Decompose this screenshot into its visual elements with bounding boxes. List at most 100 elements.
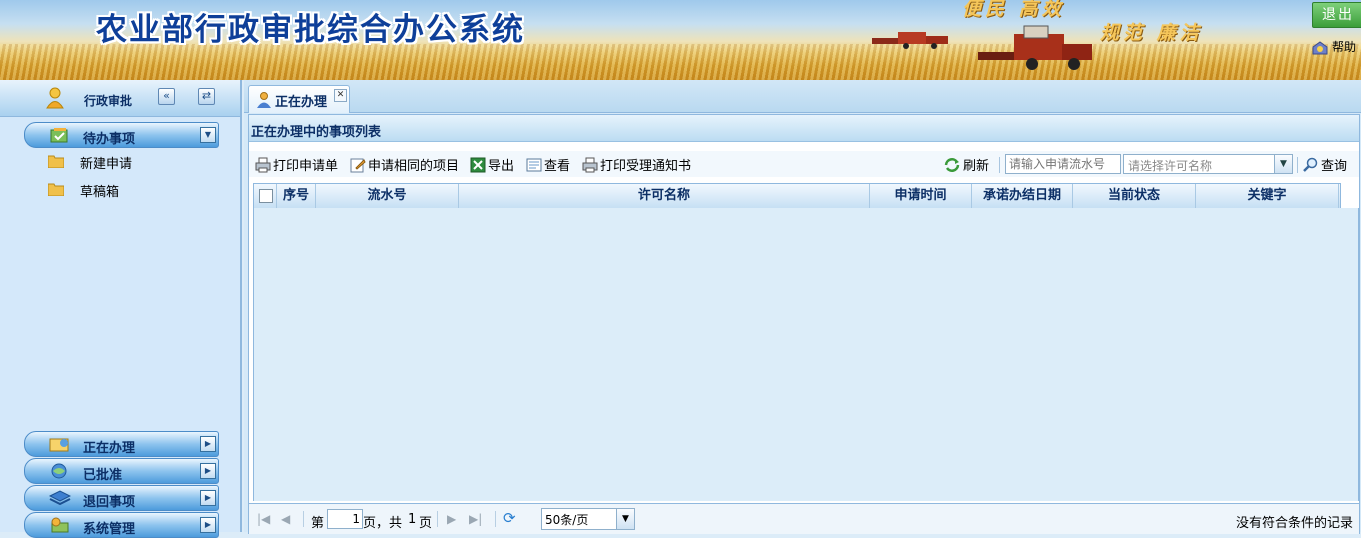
last-page-icon[interactable]: ▶| xyxy=(469,512,482,526)
harvester-large-icon xyxy=(978,25,1092,70)
switch-view-button[interactable]: ⇄ xyxy=(198,88,215,105)
header-banner: 农业部行政审批综合办公系统 便民 高效 规范 廉洁 退出 帮助 xyxy=(0,0,1361,80)
help-link[interactable]: 帮助 xyxy=(1312,38,1356,55)
nav-section-pending[interactable]: 待办事项 ▼ xyxy=(24,122,219,148)
next-page-icon[interactable]: ▶ xyxy=(447,512,456,526)
help-icon xyxy=(1312,40,1328,54)
chevron-right-icon: ▶ xyxy=(200,490,216,506)
chevron-right-icon: ▶ xyxy=(200,436,216,452)
system-icon xyxy=(51,517,69,533)
left-sidebar: 行政审批 « ⇄ 待办事项 ▼ 新建申请 草稿箱 正在办理 ▶ 已批准 ▶ 退回… xyxy=(0,80,242,538)
print-acceptance-notice-label: 打印受理通知书 xyxy=(600,159,692,174)
column-header[interactable]: 承诺办结日期 xyxy=(972,184,1073,208)
chevron-down-icon: ▼ xyxy=(200,127,216,143)
nav-section-approved[interactable]: 已批准 ▶ xyxy=(24,458,219,484)
tab-processing[interactable]: 正在办理 ✕ xyxy=(248,85,350,113)
pager-divider xyxy=(303,511,304,527)
page-number-input[interactable] xyxy=(327,509,363,529)
harvester-small-icon xyxy=(872,32,948,49)
user-tab-icon xyxy=(257,92,271,108)
nav-section-returned[interactable]: 退回事项 ▶ xyxy=(24,485,219,511)
page-size-select[interactable]: 50条/页 ▼ xyxy=(541,508,635,530)
column-header[interactable]: 许可名称 xyxy=(459,184,870,208)
export-label: 导出 xyxy=(488,159,515,174)
chevron-down-icon: ▼ xyxy=(1274,155,1292,173)
refresh-icon xyxy=(944,157,960,172)
panel-title: 正在办理中的事项列表 xyxy=(251,125,382,140)
nav-section-label: 系统管理 xyxy=(83,522,136,537)
collapse-sidebar-button[interactable]: « xyxy=(158,88,175,105)
printer-icon xyxy=(582,157,598,172)
nav-section-system-admin[interactable]: 系统管理 ▶ xyxy=(24,512,219,538)
sidebar-header: 行政审批 « ⇄ xyxy=(0,80,240,117)
view-label: 查看 xyxy=(544,159,571,174)
page-size-value: 50条/页 xyxy=(545,513,589,527)
pager-divider xyxy=(495,511,496,527)
column-header[interactable]: 关键字 xyxy=(1196,184,1339,208)
refresh-button[interactable]: 刷新 xyxy=(943,155,989,175)
user-icon xyxy=(46,87,64,109)
returned-icon xyxy=(49,490,71,506)
nav-section-label: 正在办理 xyxy=(83,441,136,456)
column-header[interactable]: 流水号 xyxy=(316,184,459,208)
query-button[interactable]: 查询 xyxy=(1303,155,1347,175)
nav-section-processing[interactable]: 正在办理 ▶ xyxy=(24,431,219,457)
system-title: 农业部行政审批综合办公系统 xyxy=(96,12,525,48)
nav-section-label: 已批准 xyxy=(83,468,123,483)
close-icon[interactable]: ✕ xyxy=(334,89,347,102)
permit-select-placeholder: 请选择许可名称 xyxy=(1128,159,1213,173)
pagination-bar: |◀ ◀ 第 页，共 1 页 ▶ ▶| ⟳ 50条/页 ▼ 没有符合条件的记录 xyxy=(249,503,1359,534)
excel-export-icon xyxy=(470,157,486,172)
approved-icon xyxy=(51,463,67,479)
sidebar-title: 行政审批 xyxy=(84,94,133,108)
list-panel: 正在办理中的事项列表 打印申请单 申请相同的项目 导出 查看 打印受理通知书 刷… xyxy=(248,114,1360,534)
chevron-down-icon: ▼ xyxy=(616,509,634,529)
reload-icon[interactable]: ⟳ xyxy=(503,509,516,527)
search-icon xyxy=(1303,157,1318,172)
grid-header: 序号 流水号 许可名称 申请时间 承诺办结日期 当前状态 关键字 xyxy=(253,183,1341,209)
prev-page-icon[interactable]: ◀ xyxy=(281,512,290,526)
logout-button[interactable]: 退出 xyxy=(1312,2,1361,28)
folder-icon xyxy=(48,183,64,196)
pending-icon xyxy=(50,128,68,143)
sidebar-item-label: 新建申请 xyxy=(80,157,133,172)
nav-section-label: 待办事项 xyxy=(83,132,136,147)
pager-divider xyxy=(437,511,438,527)
column-header[interactable]: 序号 xyxy=(277,184,316,208)
folder-icon xyxy=(48,155,64,168)
page-suffix: 页，共 xyxy=(363,516,403,531)
view-document-icon xyxy=(526,158,542,171)
chevron-right-icon: ▶ xyxy=(200,517,216,533)
query-label: 查询 xyxy=(1321,159,1348,174)
nav-section-label: 退回事项 xyxy=(83,495,136,510)
apply-same-project-button[interactable]: 申请相同的项目 xyxy=(350,155,459,175)
first-page-icon[interactable]: |◀ xyxy=(257,512,270,526)
permit-name-select[interactable]: 请选择许可名称 ▼ xyxy=(1123,154,1293,174)
grid-body-empty xyxy=(253,208,1359,501)
wheat-field-background xyxy=(0,44,1361,80)
apply-same-project-label: 申请相同的项目 xyxy=(368,159,460,174)
column-header[interactable]: 当前状态 xyxy=(1073,184,1196,208)
edit-icon xyxy=(350,158,366,172)
pages-unit: 页 xyxy=(419,516,433,531)
select-all-column xyxy=(254,184,277,208)
page-prefix: 第 xyxy=(311,516,325,531)
print-acceptance-notice-button[interactable]: 打印受理通知书 xyxy=(582,155,691,175)
export-button[interactable]: 导出 xyxy=(470,155,514,175)
serial-number-search-input[interactable] xyxy=(1005,154,1121,174)
slogan-convenient-efficient: 便民 高效 xyxy=(962,0,1065,20)
total-pages: 1 xyxy=(408,512,417,527)
tab-label: 正在办理 xyxy=(275,95,328,110)
help-label: 帮助 xyxy=(1332,40,1357,54)
select-all-checkbox[interactable] xyxy=(259,189,273,203)
toolbar: 打印申请单 申请相同的项目 导出 查看 打印受理通知书 刷新 请输入申请流水号 … xyxy=(249,151,1359,177)
print-form-label: 打印申请单 xyxy=(273,159,339,174)
refresh-label: 刷新 xyxy=(963,159,990,174)
view-button[interactable]: 查看 xyxy=(526,155,570,175)
tab-strip: 正在办理 ✕ xyxy=(244,80,1361,113)
chevron-right-icon: ▶ xyxy=(200,463,216,479)
main-content: 正在办理 ✕ 正在办理中的事项列表 打印申请单 申请相同的项目 导出 查看 打印… xyxy=(244,80,1361,534)
column-header[interactable]: 申请时间 xyxy=(870,184,972,208)
printer-icon xyxy=(255,157,271,172)
print-form-button[interactable]: 打印申请单 xyxy=(255,155,338,175)
